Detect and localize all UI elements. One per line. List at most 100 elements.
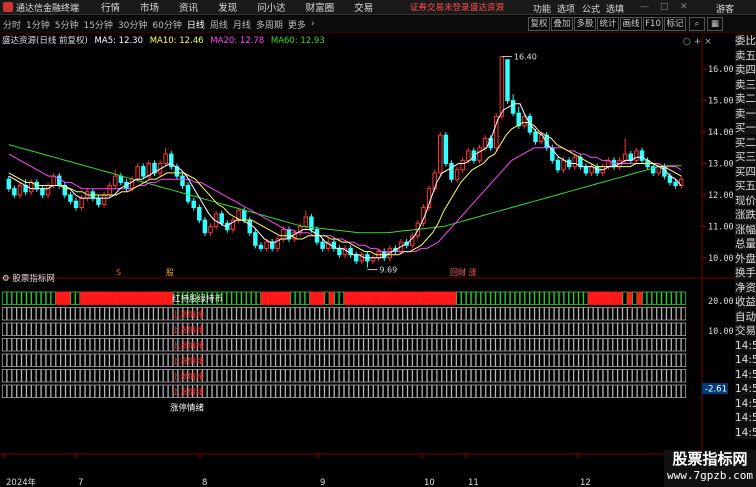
cash-signal-bar [339, 291, 345, 305]
window-minimize-icon[interactable]: — [640, 2, 649, 12]
sentiment-bar [216, 369, 222, 383]
period-intraday[interactable]: 分时 [3, 18, 21, 31]
sentiment-bar [133, 322, 139, 336]
period-daily[interactable]: 日线 [187, 18, 205, 31]
ma20-value: MA20: 12.78 [210, 36, 265, 46]
hold-signal-bar [363, 291, 369, 305]
sentiment-bar [617, 322, 623, 336]
current-stock-notice[interactable]: 盛达资源 [470, 1, 504, 13]
search-icon[interactable]: ⌕ [689, 17, 705, 31]
hold-signal-bar [275, 291, 281, 305]
sentiment-bar [138, 307, 144, 321]
menu-wealth[interactable]: 财富圈 [306, 0, 335, 14]
sentiment-bar [671, 369, 677, 383]
window-maximize-icon[interactable]: □ [660, 2, 669, 12]
add-icon[interactable]: + [694, 37, 702, 47]
menu-select[interactable]: 选填 [606, 2, 624, 15]
sentiment-bar [524, 384, 530, 398]
window-close-icon[interactable]: ✕ [680, 2, 688, 12]
hold-signal-bar [309, 291, 315, 305]
period-60min[interactable]: 60分钟 [152, 18, 181, 31]
sentiment-bar [75, 384, 81, 398]
indicator-settings-icon[interactable]: ⚙ [2, 274, 10, 284]
sentiment-bar [89, 307, 95, 321]
menu-market[interactable]: 行情 [101, 0, 120, 14]
tool-multi-stock-button[interactable]: 多股 [574, 17, 596, 31]
chevron-right-icon[interactable]: › [311, 19, 315, 29]
period-multi[interactable]: 多周期 [256, 18, 283, 31]
sentiment-bar [16, 353, 22, 367]
close-icon[interactable]: × [704, 37, 712, 47]
quote-field: 净资 [735, 280, 756, 295]
sentiment-bar [348, 338, 354, 352]
kline-chart[interactable]: 10.00 11.00 12.00 13.00 14.00 15.00 16.00 16.4… [0, 34, 735, 487]
sentiment-bar [558, 338, 564, 352]
sentiment-bar [495, 338, 501, 352]
sentiment-bar [309, 353, 315, 367]
sentiment-bar [676, 384, 682, 398]
sentiment-bar [529, 322, 535, 336]
period-1min[interactable]: 1分钟 [26, 18, 50, 31]
sentiment-bar [598, 307, 603, 321]
sentiment-bar [153, 369, 159, 383]
hold-signal-bar [128, 291, 135, 305]
sentiment-bar [402, 322, 408, 336]
sentiment-bar [128, 384, 134, 398]
layout-icon[interactable]: ▦ [707, 17, 723, 31]
sentiment-bar [588, 369, 594, 383]
sentiment-bar [36, 369, 42, 383]
sentiment-bar [583, 322, 589, 336]
hold-signal-bar [80, 291, 86, 305]
settings-icon[interactable]: ○ [683, 37, 691, 47]
period-monthly[interactable]: 月线 [233, 18, 251, 31]
tool-overlay-button[interactable]: 叠加 [551, 17, 573, 31]
footer-logo-url: www.7gpzb.com [666, 469, 754, 482]
sentiment-bar [451, 322, 457, 336]
tool-f10-button[interactable]: F10 [643, 17, 663, 31]
menu-ask[interactable]: 问小达 [257, 0, 286, 14]
menu-discover[interactable]: 发现 [218, 0, 237, 14]
sentiment-bar [671, 384, 677, 398]
sentiment-bar [456, 384, 462, 398]
menu-formula[interactable]: 公式 [582, 2, 600, 15]
tool-stats-button[interactable]: 统计 [597, 17, 619, 31]
tool-draw-button[interactable]: 画线 [620, 17, 642, 31]
candle-down [583, 166, 589, 174]
date-tick-label: 10 [424, 478, 435, 487]
sentiment-bar [265, 369, 271, 383]
menu-trade[interactable]: 交易 [354, 0, 373, 14]
candle-down [96, 197, 101, 205]
sentiment-bar [41, 369, 47, 383]
sentiment-bar [148, 307, 154, 321]
sentiment-bar [241, 338, 247, 352]
menu-functions[interactable]: 功能 [533, 2, 551, 15]
candle-down [673, 181, 678, 187]
period-5min[interactable]: 5分钟 [55, 18, 79, 31]
sentiment-bar [280, 307, 286, 321]
sentiment-bar [260, 369, 266, 383]
sentiment-bar [290, 307, 296, 321]
period-30min[interactable]: 30分钟 [118, 18, 147, 31]
sentiment-bar [256, 369, 261, 383]
hold-signal-bar [138, 291, 144, 305]
sentiment-bar [138, 353, 144, 367]
sentiment-bar [353, 353, 359, 367]
period-weekly[interactable]: 周线 [210, 18, 228, 31]
hold-signal-bar [417, 291, 423, 305]
menu-guest[interactable]: 游客 [716, 2, 734, 15]
sentiment-bar [431, 353, 437, 367]
candle-up [107, 185, 112, 196]
sentiment-bar [104, 369, 110, 383]
menu-exchange[interactable]: 市场 [140, 0, 159, 14]
sentiment-bar [441, 307, 447, 321]
sentiment-bar [11, 338, 17, 352]
menu-options[interactable]: 选项 [557, 2, 575, 15]
menu-news[interactable]: 资讯 [179, 0, 198, 14]
tool-mark-button[interactable]: 标记 [664, 17, 686, 31]
event-marker-label: 回财 涨 [450, 267, 477, 277]
period-15min[interactable]: 15分钟 [83, 18, 112, 31]
tool-adjust-button[interactable]: 复权 [528, 17, 550, 31]
period-more[interactable]: 更多 [288, 18, 306, 31]
login-notice[interactable]: 证券交易未登录 [410, 1, 470, 13]
sentiment-bar [60, 384, 66, 398]
